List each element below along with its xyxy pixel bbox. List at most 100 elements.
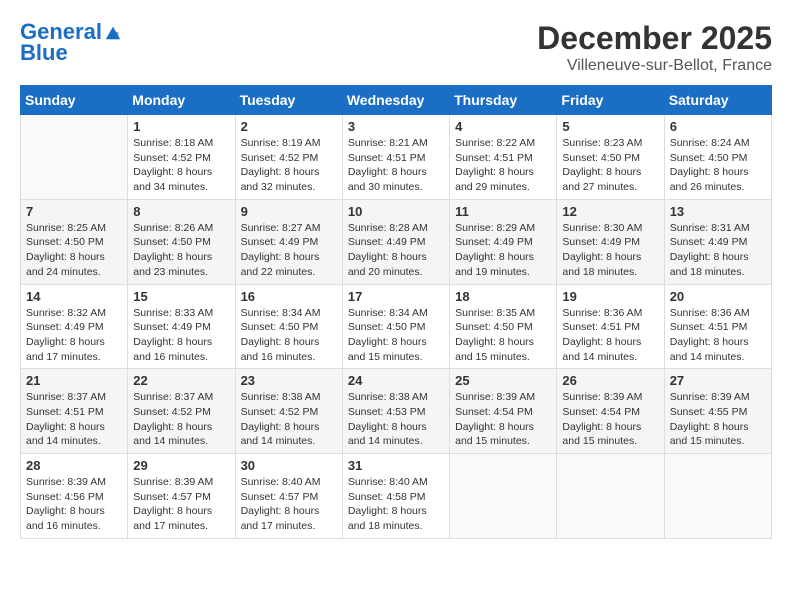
day-number: 5	[562, 119, 658, 134]
cell-info: Sunrise: 8:34 AMSunset: 4:50 PMDaylight:…	[348, 306, 444, 365]
calendar-cell: 15Sunrise: 8:33 AMSunset: 4:49 PMDayligh…	[128, 284, 235, 369]
calendar-cell: 3Sunrise: 8:21 AMSunset: 4:51 PMDaylight…	[342, 115, 449, 200]
cell-info: Sunrise: 8:18 AMSunset: 4:52 PMDaylight:…	[133, 136, 229, 195]
calendar-cell: 23 Sunrise: 8:38 AMSunset: 4:52 PMDayligh…	[235, 369, 342, 454]
day-number: 1	[133, 119, 229, 134]
day-number: 24	[348, 373, 444, 388]
weekday-header-sunday: Sunday	[21, 86, 128, 115]
day-number: 21	[26, 373, 122, 388]
week-row-4: 21 Sunrise: 8:37 AMSunset: 4:51 PMDayligh…	[21, 369, 772, 454]
day-number: 2	[241, 119, 337, 134]
cell-info: Sunrise: 8:34 AMSunset: 4:50 PMDaylight:…	[241, 306, 337, 365]
cell-info: Sunrise: 8:29 AMSunset: 4:49 PMDaylight:…	[455, 221, 551, 280]
day-number: 27	[670, 373, 766, 388]
calendar-cell: 29 Sunrise: 8:39 AMSunset: 4:57 PMDayligh…	[128, 454, 235, 539]
week-row-2: 7 Sunrise: 8:25 AMSunset: 4:50 PMDaylight…	[21, 199, 772, 284]
logo: General Blue	[20, 20, 122, 64]
cell-info: Sunrise: 8:26 AMSunset: 4:50 PMDaylight:…	[133, 221, 229, 280]
calendar-cell: 4Sunrise: 8:22 AMSunset: 4:51 PMDaylight…	[450, 115, 557, 200]
cell-info: Sunrise: 8:25 AMSunset: 4:50 PMDaylight:…	[26, 221, 122, 280]
day-number: 13	[670, 204, 766, 219]
day-number: 16	[241, 289, 337, 304]
calendar-cell: 22 Sunrise: 8:37 AMSunset: 4:52 PMDayligh…	[128, 369, 235, 454]
cell-info: Sunrise: 8:37 AMSunset: 4:52 PMDaylight:…	[133, 390, 229, 449]
week-row-1: 1 Sunrise: 8:18 AMSunset: 4:52 PMDaylight…	[21, 115, 772, 200]
calendar-cell: 12 Sunrise: 8:30 AMSunset: 4:49 PMDayligh…	[557, 199, 664, 284]
cell-info: Sunrise: 8:36 AMSunset: 4:51 PMDaylight:…	[670, 306, 766, 365]
cell-info: Sunrise: 8:19 AMSunset: 4:52 PMDaylight:…	[241, 136, 337, 195]
weekday-header-saturday: Saturday	[664, 86, 771, 115]
calendar-cell	[557, 454, 664, 539]
logo-blue: Blue	[20, 42, 122, 64]
cell-info: Sunrise: 8:22 AMSunset: 4:51 PMDaylight:…	[455, 136, 551, 195]
calendar-cell: 28Sunrise: 8:39 AMSunset: 4:56 PMDayligh…	[21, 454, 128, 539]
weekday-header-wednesday: Wednesday	[342, 86, 449, 115]
cell-info: Sunrise: 8:38 AMSunset: 4:52 PMDaylight:…	[241, 390, 337, 449]
day-number: 10	[348, 204, 444, 219]
calendar-cell	[21, 115, 128, 200]
week-row-5: 28Sunrise: 8:39 AMSunset: 4:56 PMDayligh…	[21, 454, 772, 539]
calendar-cell: 24 Sunrise: 8:38 AMSunset: 4:53 PMDayligh…	[342, 369, 449, 454]
calendar-cell: 21 Sunrise: 8:37 AMSunset: 4:51 PMDayligh…	[21, 369, 128, 454]
day-number: 7	[26, 204, 122, 219]
calendar: SundayMondayTuesdayWednesdayThursdayFrid…	[20, 85, 772, 539]
cell-info: Sunrise: 8:37 AMSunset: 4:51 PMDaylight:…	[26, 390, 122, 449]
location: Villeneuve-sur-Bellot, France	[537, 57, 772, 75]
day-number: 26	[562, 373, 658, 388]
calendar-cell: 14Sunrise: 8:32 AMSunset: 4:49 PMDayligh…	[21, 284, 128, 369]
calendar-cell: 17 Sunrise: 8:34 AMSunset: 4:50 PMDayligh…	[342, 284, 449, 369]
day-number: 31	[348, 458, 444, 473]
calendar-cell	[450, 454, 557, 539]
day-number: 12	[562, 204, 658, 219]
day-number: 29	[133, 458, 229, 473]
calendar-cell: 30 Sunrise: 8:40 AMSunset: 4:57 PMDayligh…	[235, 454, 342, 539]
calendar-cell: 10 Sunrise: 8:28 AMSunset: 4:49 PMDayligh…	[342, 199, 449, 284]
calendar-cell: 7 Sunrise: 8:25 AMSunset: 4:50 PMDaylight…	[21, 199, 128, 284]
cell-info: Sunrise: 8:39 AMSunset: 4:57 PMDaylight:…	[133, 475, 229, 534]
cell-info: Sunrise: 8:30 AMSunset: 4:49 PMDaylight:…	[562, 221, 658, 280]
calendar-cell: 26Sunrise: 8:39 AMSunset: 4:54 PMDayligh…	[557, 369, 664, 454]
day-number: 11	[455, 204, 551, 219]
cell-info: Sunrise: 8:40 AMSunset: 4:57 PMDaylight:…	[241, 475, 337, 534]
day-number: 19	[562, 289, 658, 304]
week-row-3: 14Sunrise: 8:32 AMSunset: 4:49 PMDayligh…	[21, 284, 772, 369]
calendar-cell: 5 Sunrise: 8:23 AMSunset: 4:50 PMDaylight…	[557, 115, 664, 200]
day-number: 17	[348, 289, 444, 304]
calendar-cell: 2 Sunrise: 8:19 AMSunset: 4:52 PMDaylight…	[235, 115, 342, 200]
cell-info: Sunrise: 8:35 AMSunset: 4:50 PMDaylight:…	[455, 306, 551, 365]
title-area: December 2025 Villeneuve-sur-Bellot, Fra…	[537, 20, 772, 75]
weekday-header-monday: Monday	[128, 86, 235, 115]
day-number: 30	[241, 458, 337, 473]
calendar-cell: 1 Sunrise: 8:18 AMSunset: 4:52 PMDaylight…	[128, 115, 235, 200]
cell-info: Sunrise: 8:39 AMSunset: 4:55 PMDaylight:…	[670, 390, 766, 449]
calendar-cell: 8 Sunrise: 8:26 AMSunset: 4:50 PMDaylight…	[128, 199, 235, 284]
cell-info: Sunrise: 8:21 AMSunset: 4:51 PMDaylight:…	[348, 136, 444, 195]
calendar-cell: 13 Sunrise: 8:31 AMSunset: 4:49 PMDayligh…	[664, 199, 771, 284]
day-number: 18	[455, 289, 551, 304]
weekday-header-thursday: Thursday	[450, 86, 557, 115]
calendar-cell: 6Sunrise: 8:24 AMSunset: 4:50 PMDaylight…	[664, 115, 771, 200]
day-number: 25	[455, 373, 551, 388]
cell-info: Sunrise: 8:28 AMSunset: 4:49 PMDaylight:…	[348, 221, 444, 280]
calendar-cell: 18 Sunrise: 8:35 AMSunset: 4:50 PMDayligh…	[450, 284, 557, 369]
day-number: 20	[670, 289, 766, 304]
day-number: 8	[133, 204, 229, 219]
day-number: 23	[241, 373, 337, 388]
calendar-cell: 19Sunrise: 8:36 AMSunset: 4:51 PMDayligh…	[557, 284, 664, 369]
cell-info: Sunrise: 8:39 AMSunset: 4:54 PMDaylight:…	[455, 390, 551, 449]
cell-info: Sunrise: 8:23 AMSunset: 4:50 PMDaylight:…	[562, 136, 658, 195]
day-number: 6	[670, 119, 766, 134]
cell-info: Sunrise: 8:40 AMSunset: 4:58 PMDaylight:…	[348, 475, 444, 534]
calendar-cell: 31 Sunrise: 8:40 AMSunset: 4:58 PMDayligh…	[342, 454, 449, 539]
logo-icon	[104, 23, 122, 41]
calendar-cell	[664, 454, 771, 539]
cell-info: Sunrise: 8:27 AMSunset: 4:49 PMDaylight:…	[241, 221, 337, 280]
calendar-cell: 9 Sunrise: 8:27 AMSunset: 4:49 PMDaylight…	[235, 199, 342, 284]
day-number: 9	[241, 204, 337, 219]
calendar-cell: 25 Sunrise: 8:39 AMSunset: 4:54 PMDayligh…	[450, 369, 557, 454]
weekday-header-friday: Friday	[557, 86, 664, 115]
weekday-header-row: SundayMondayTuesdayWednesdayThursdayFrid…	[21, 86, 772, 115]
cell-info: Sunrise: 8:31 AMSunset: 4:49 PMDaylight:…	[670, 221, 766, 280]
cell-info: Sunrise: 8:38 AMSunset: 4:53 PMDaylight:…	[348, 390, 444, 449]
day-number: 22	[133, 373, 229, 388]
